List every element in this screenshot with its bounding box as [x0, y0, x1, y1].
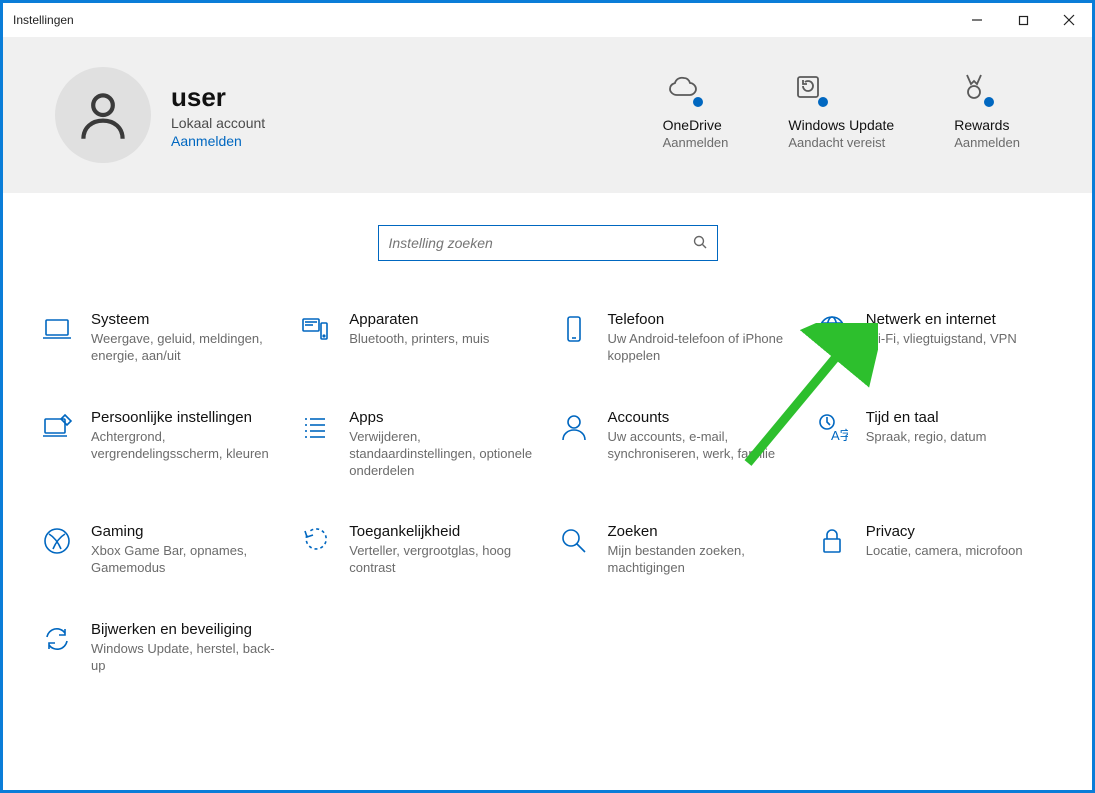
- category-title: Telefoon: [608, 311, 796, 328]
- person-outline-icon: [556, 409, 592, 449]
- apps-icon: [297, 409, 333, 449]
- medal-icon: [954, 67, 994, 107]
- sign-in-link[interactable]: Aanmelden: [171, 133, 265, 149]
- search-icon: [693, 235, 707, 252]
- card-title: Windows Update: [788, 117, 894, 133]
- accessibility-icon: [297, 523, 333, 563]
- user-account-type: Lokaal account: [171, 115, 265, 131]
- header-band: user Lokaal account Aanmelden OneDrive A…: [3, 37, 1092, 193]
- header-cards: OneDrive Aanmelden Windows Update Aandac…: [663, 67, 1040, 150]
- onedrive-card[interactable]: OneDrive Aanmelden: [663, 67, 729, 150]
- category-title: Persoonlijke instellingen: [91, 409, 279, 426]
- category-desc: Bluetooth, printers, muis: [349, 331, 489, 348]
- window-controls: [954, 3, 1092, 37]
- search-row: [3, 193, 1092, 283]
- user-block: user Lokaal account Aanmelden: [55, 67, 265, 163]
- category-desc: Weergave, geluid, meldingen, energie, aa…: [91, 331, 279, 365]
- lock-icon: [814, 523, 850, 563]
- category-title: Tijd en taal: [866, 409, 987, 426]
- status-dot-icon: [691, 95, 705, 109]
- category-system[interactable]: Systeem Weergave, geluid, meldingen, ene…: [39, 311, 279, 365]
- category-desc: Uw accounts, e-mail, synchroniseren, wer…: [608, 429, 796, 463]
- personalization-icon: [39, 409, 75, 449]
- card-subtitle: Aanmelden: [954, 135, 1020, 150]
- status-dot-icon: [816, 95, 830, 109]
- category-title: Toegankelijkheid: [349, 523, 537, 540]
- window-title: Instellingen: [13, 13, 74, 27]
- category-title: Systeem: [91, 311, 279, 328]
- card-subtitle: Aanmelden: [663, 135, 729, 150]
- xbox-icon: [39, 523, 75, 563]
- category-update-security[interactable]: Bijwerken en beveiliging Windows Update,…: [39, 621, 279, 675]
- windows-update-card[interactable]: Windows Update Aandacht vereist: [788, 67, 894, 150]
- card-subtitle: Aandacht vereist: [788, 135, 894, 150]
- category-gaming[interactable]: Gaming Xbox Game Bar, opnames, Gamemodus: [39, 523, 279, 577]
- category-desc: Wi-Fi, vliegtuigstand, VPN: [866, 331, 1017, 348]
- category-time-language[interactable]: A字 Tijd en taal Spraak, regio, datum: [814, 409, 1054, 480]
- sync-icon: [39, 621, 75, 661]
- cloud-icon: [663, 67, 703, 107]
- category-title: Gaming: [91, 523, 279, 540]
- devices-icon: [297, 311, 333, 351]
- maximize-button[interactable]: [1000, 3, 1046, 37]
- card-title: Rewards: [954, 117, 1020, 133]
- category-privacy[interactable]: Privacy Locatie, camera, microfoon: [814, 523, 1054, 577]
- card-title: OneDrive: [663, 117, 729, 133]
- category-title: Bijwerken en beveiliging: [91, 621, 279, 638]
- titlebar: Instellingen: [3, 3, 1092, 37]
- search-box[interactable]: [378, 225, 718, 261]
- category-desc: Windows Update, herstel, back-up: [91, 641, 279, 675]
- category-desc: Verwijderen, standaardinstellingen, opti…: [349, 429, 537, 480]
- category-phone[interactable]: Telefoon Uw Android-telefoon of iPhone k…: [556, 311, 796, 365]
- close-button[interactable]: [1046, 3, 1092, 37]
- svg-text:A字: A字: [831, 428, 848, 443]
- update-icon: [788, 67, 828, 107]
- category-accounts[interactable]: Accounts Uw accounts, e-mail, synchronis…: [556, 409, 796, 480]
- person-icon: [75, 87, 131, 143]
- minimize-button[interactable]: [954, 3, 1000, 37]
- category-desc: Locatie, camera, microfoon: [866, 543, 1023, 560]
- category-ease-of-access[interactable]: Toegankelijkheid Verteller, vergrootglas…: [297, 523, 537, 577]
- time-language-icon: A字: [814, 409, 850, 449]
- category-title: Netwerk en internet: [866, 311, 1017, 328]
- category-devices[interactable]: Apparaten Bluetooth, printers, muis: [297, 311, 537, 365]
- laptop-icon: [39, 311, 75, 351]
- category-personalization[interactable]: Persoonlijke instellingen Achtergrond, v…: [39, 409, 279, 480]
- category-title: Accounts: [608, 409, 796, 426]
- category-title: Privacy: [866, 523, 1023, 540]
- search-input[interactable]: [389, 235, 693, 251]
- category-desc: Mijn bestanden zoeken, machtigingen: [608, 543, 796, 577]
- category-title: Apps: [349, 409, 537, 426]
- globe-icon: [814, 311, 850, 351]
- category-desc: Achtergrond, vergrendelingsscherm, kleur…: [91, 429, 279, 463]
- category-network[interactable]: Netwerk en internet Wi-Fi, vliegtuigstan…: [814, 311, 1054, 365]
- rewards-card[interactable]: Rewards Aanmelden: [954, 67, 1020, 150]
- categories-grid: Systeem Weergave, geluid, meldingen, ene…: [3, 283, 1092, 675]
- category-search[interactable]: Zoeken Mijn bestanden zoeken, machtiging…: [556, 523, 796, 577]
- magnifier-icon: [556, 523, 592, 563]
- category-desc: Xbox Game Bar, opnames, Gamemodus: [91, 543, 279, 577]
- user-name: user: [171, 82, 265, 113]
- user-info: user Lokaal account Aanmelden: [171, 82, 265, 149]
- category-apps[interactable]: Apps Verwijderen, standaardinstellingen,…: [297, 409, 537, 480]
- category-desc: Verteller, vergrootglas, hoog contrast: [349, 543, 537, 577]
- category-title: Apparaten: [349, 311, 489, 328]
- status-dot-icon: [982, 95, 996, 109]
- settings-window: Instellingen user Lokaal account: [0, 0, 1095, 793]
- phone-icon: [556, 311, 592, 351]
- category-title: Zoeken: [608, 523, 796, 540]
- user-avatar[interactable]: [55, 67, 151, 163]
- category-desc: Uw Android-telefoon of iPhone koppelen: [608, 331, 796, 365]
- category-desc: Spraak, regio, datum: [866, 429, 987, 446]
